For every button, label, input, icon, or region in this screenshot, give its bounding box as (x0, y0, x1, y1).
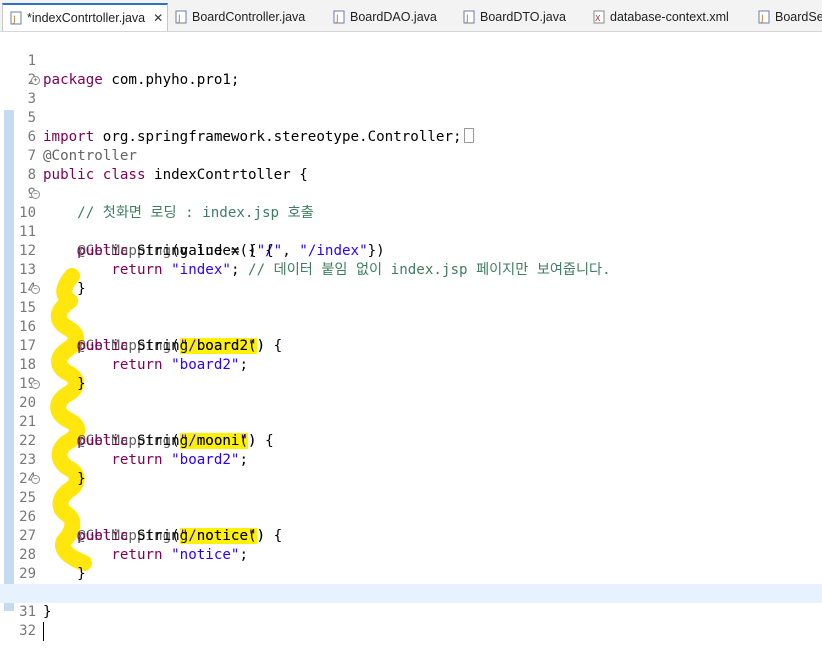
expand-fold-icon[interactable]: + (31, 76, 40, 85)
tab-label: *indexContrtoller.java (27, 11, 146, 25)
code-line: 1 package com.phyho.pro1; (0, 33, 822, 88)
java-file-icon: J (332, 10, 346, 24)
collapse-fold-icon[interactable]: − (31, 190, 40, 199)
code-line: 23 } (0, 432, 822, 487)
code-line: 9 // 첫화면 로딩 : index.jsp 호출 (0, 166, 822, 221)
svg-text:J: J (760, 14, 764, 24)
code-line: 22 return "board2"; (0, 413, 822, 468)
java-file-icon: J (174, 10, 188, 24)
collapse-fold-icon[interactable]: − (31, 475, 40, 484)
code-line: 18 } (0, 337, 822, 392)
close-icon[interactable]: ✕ (153, 11, 163, 25)
code-line: 26 public String notice() { (0, 489, 822, 544)
tab-label: BoardDAO.java (350, 10, 437, 24)
code-line: 20 − @GetMapping("/mooni") (0, 375, 822, 449)
code-line: 12 return "index"; // 데이터 붙임 없이 index.js… (0, 223, 822, 278)
code-line: 19 (0, 356, 822, 392)
code-line: 16 public String board2() { (0, 299, 822, 354)
java-file-icon: J (9, 11, 23, 25)
code-line: 28 } (0, 527, 822, 582)
code-line: 6 @Controller (0, 109, 822, 164)
tab-label: BoardDTO.java (480, 10, 566, 24)
tab-boardcontroller[interactable]: J BoardController.java (174, 3, 305, 31)
svg-text:J: J (12, 15, 16, 25)
current-code-line[interactable]: 31 (0, 584, 822, 641)
code-line: 14 (0, 261, 822, 297)
code-line: 25 − @GetMapping("/notice") (0, 470, 822, 544)
line-number: 32 (19, 623, 36, 639)
code-line: 15 − @GetMapping("/board2") (0, 280, 822, 354)
code-line: 30 } (0, 565, 822, 620)
code-line: 11 public String index() { (0, 204, 822, 259)
svg-text:J: J (335, 14, 339, 24)
java-file-icon: J (757, 10, 771, 24)
code-line: 21 public String mooni() { (0, 394, 822, 449)
code-editor[interactable]: 1 package com.phyho.pro1; 2 3 + import o… (0, 33, 822, 647)
tab-boarddto[interactable]: J BoardDTO.java (462, 3, 566, 31)
svg-text:J: J (177, 14, 181, 24)
code-line: 2 (0, 52, 822, 88)
code-line: 17 return "board2"; (0, 318, 822, 373)
code-line: 13 } (0, 242, 822, 297)
code-line: 24 (0, 451, 822, 487)
code-line: 8 (0, 147, 822, 183)
code-line: 7 public class indexContrtoller { (0, 128, 822, 183)
tab-label: BoardController.java (192, 10, 306, 24)
code-line: 27 return "notice"; (0, 508, 822, 563)
java-file-icon: J (462, 10, 476, 24)
code-line: 10 − @GetMapping(value = {"/", "/index"}… (0, 185, 822, 259)
svg-text:X: X (595, 14, 601, 23)
editor-tab-bar: J *indexContrtoller.java ✕ J BoardContro… (0, 0, 822, 32)
xml-file-icon: X (592, 10, 606, 24)
tab-indexcontrtoller[interactable]: J *indexContrtoller.java ✕ (2, 3, 168, 31)
tab-label: database-context.xml (610, 10, 729, 24)
code-line: 32 (0, 603, 822, 639)
tab-database-context[interactable]: X database-context.xml (592, 3, 729, 31)
code-line: 29 (0, 546, 822, 582)
svg-text:J: J (465, 14, 469, 24)
tab-boardservice[interactable]: J BoardSer (757, 3, 822, 31)
collapse-fold-icon[interactable]: − (31, 285, 40, 294)
code-line: 5 (0, 90, 822, 126)
text-cursor (43, 622, 44, 641)
code-line: 3 + import org.springframework.stereotyp… (0, 71, 822, 145)
collapse-fold-icon[interactable]: − (31, 380, 40, 389)
tab-boarddao[interactable]: J BoardDAO.java (332, 3, 437, 31)
tab-label: BoardSer (775, 10, 822, 24)
